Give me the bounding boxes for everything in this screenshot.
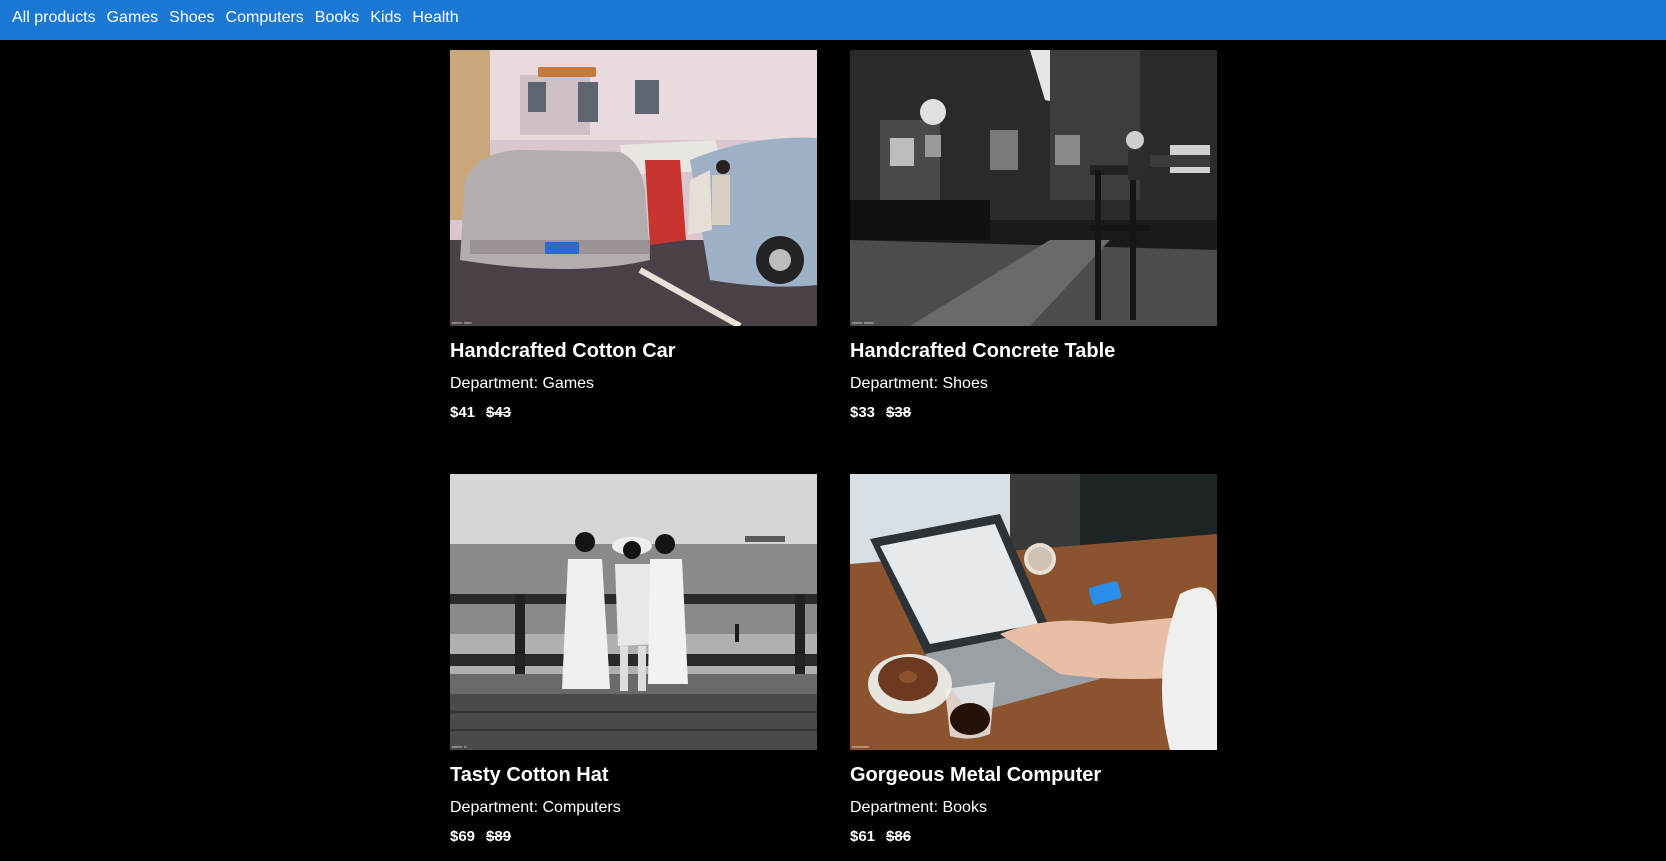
image-credit: ▭▭▭▭▭▭▭ bbox=[852, 744, 869, 749]
product-title[interactable]: Handcrafted Cotton Car bbox=[450, 340, 676, 363]
nav-computers[interactable]: Computers bbox=[226, 0, 304, 38]
product-price: $69 bbox=[450, 828, 476, 845]
product-title[interactable]: Gorgeous Metal Computer bbox=[850, 764, 1101, 787]
nav-shoes[interactable]: Shoes bbox=[169, 0, 214, 38]
image-credit: ▭▭▭▭ ▭▭▭▭ bbox=[852, 320, 874, 325]
product-prices: $61 $86 bbox=[850, 828, 911, 845]
product-card[interactable]: ▭▭▭▭ ▭ Tasty Cotton Hat Department: Comp… bbox=[450, 474, 817, 845]
product-prices: $33 $38 bbox=[850, 404, 911, 421]
product-price: $41 bbox=[450, 404, 476, 421]
product-old-price: $38 bbox=[886, 404, 912, 421]
nav-books[interactable]: Books bbox=[315, 0, 359, 38]
nav-kids[interactable]: Kids bbox=[370, 0, 401, 38]
nav-health[interactable]: Health bbox=[412, 0, 458, 38]
product-title[interactable]: Tasty Cotton Hat bbox=[450, 764, 609, 787]
product-image[interactable]: ▭▭▭▭▭▭▭ bbox=[850, 474, 1217, 750]
product-department: Department: Shoes bbox=[850, 375, 988, 392]
product-card[interactable]: ▭▭▭▭▭▭▭ Gorgeous Metal Computer Departme… bbox=[850, 474, 1217, 845]
product-card[interactable]: ▭▭▭▭ ▭▭▭ Handcrafted Cotton Car Departme… bbox=[450, 50, 817, 421]
product-price: $33 bbox=[850, 404, 876, 421]
product-old-price: $89 bbox=[486, 828, 512, 845]
product-department: Department: Games bbox=[450, 375, 595, 392]
product-image[interactable]: ▭▭▭▭ ▭ bbox=[450, 474, 817, 750]
product-department: Department: Computers bbox=[450, 799, 621, 816]
product-price: $61 bbox=[850, 828, 876, 845]
product-old-price: $43 bbox=[486, 404, 512, 421]
product-prices: $41 $43 bbox=[450, 404, 511, 421]
top-nav: All products Games Shoes Computers Books… bbox=[0, 0, 1666, 40]
product-title[interactable]: Handcrafted Concrete Table bbox=[850, 340, 1115, 363]
nav-all-products[interactable]: All products bbox=[12, 0, 96, 38]
product-card[interactable]: ▭▭▭▭ ▭▭▭▭ Handcrafted Concrete Table Dep… bbox=[850, 50, 1217, 421]
product-image[interactable]: ▭▭▭▭ ▭▭▭▭ bbox=[850, 50, 1217, 326]
image-credit: ▭▭▭▭ ▭▭▭ bbox=[452, 320, 472, 325]
product-image[interactable]: ▭▭▭▭ ▭▭▭ bbox=[450, 50, 817, 326]
nav-games[interactable]: Games bbox=[107, 0, 159, 38]
image-credit: ▭▭▭▭ ▭ bbox=[452, 744, 467, 749]
product-department: Department: Books bbox=[850, 799, 987, 816]
product-prices: $69 $89 bbox=[450, 828, 511, 845]
product-old-price: $86 bbox=[886, 828, 912, 845]
